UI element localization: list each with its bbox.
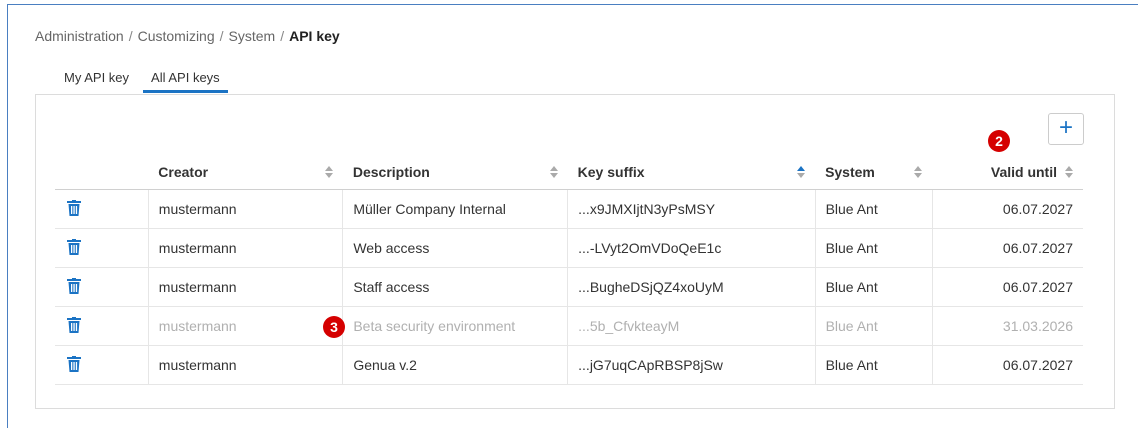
annotation-badge-2: 2 [988, 130, 1010, 152]
api-keys-table: Creator Description Key suffix System Va… [55, 155, 1083, 385]
sort-ascending-icon [797, 166, 806, 178]
row-actions [55, 228, 149, 268]
breadcrumb: Administration / Customizing / System / API ke… [35, 28, 340, 44]
header-actions [55, 155, 149, 190]
cell-key-suffix: ...jG7uqCApRBSP8jSw [567, 345, 816, 385]
tab-my-api-key[interactable]: My API key [64, 69, 143, 93]
header-creator-label: Creator [158, 164, 209, 180]
tab-all-api-keys[interactable]: All API keys [143, 69, 228, 93]
table-row: mustermann Staff access ...BugheDSjQZ4xo… [55, 267, 1083, 307]
cell-key-suffix: ...-LVyt2OmVDoQeE1c [567, 228, 816, 268]
header-valid-until-label: Valid until [990, 164, 1057, 180]
cell-system: Blue Ant [815, 228, 933, 268]
cell-system: Blue Ant [815, 267, 933, 307]
add-api-key-button[interactable]: + [1048, 113, 1084, 145]
trash-icon[interactable] [67, 238, 81, 255]
cell-valid-until: 06.07.2027 [932, 228, 1083, 268]
breadcrumb-item-administration[interactable]: Administration [35, 28, 124, 44]
breadcrumb-separator: / [280, 28, 285, 44]
trash-icon[interactable] [67, 316, 81, 333]
table-header-row: Creator Description Key suffix System Va… [55, 155, 1083, 190]
trash-icon[interactable] [67, 355, 81, 372]
trash-icon[interactable] [67, 199, 81, 216]
cell-valid-until: 06.07.2027 [932, 345, 1083, 385]
plus-icon: + [1058, 114, 1073, 141]
header-system-label: System [825, 164, 875, 180]
cell-system: Blue Ant [815, 306, 933, 346]
cell-description: Genua v.2 [342, 345, 569, 385]
header-key-suffix-label: Key suffix [577, 164, 645, 180]
cell-creator: mustermann [148, 306, 344, 346]
cell-valid-until: 31.03.2026 [932, 306, 1083, 346]
cell-system: Blue Ant [815, 189, 933, 229]
row-actions [55, 267, 149, 307]
annotation-badge-3: 3 [323, 316, 345, 338]
cell-key-suffix: ...BugheDSjQZ4xoUyM [567, 267, 816, 307]
row-actions [55, 189, 149, 229]
cell-valid-until: 06.07.2027 [932, 267, 1083, 307]
cell-key-suffix: ...x9JMXIjtN3yPsMSY [567, 189, 816, 229]
sort-icon [549, 166, 558, 178]
cell-description: Müller Company Internal [342, 189, 569, 229]
table-row: mustermann Müller Company Internal ...x9… [55, 189, 1083, 229]
header-description[interactable]: Description [342, 155, 568, 190]
tab-bar: My API key All API keys [64, 69, 228, 95]
breadcrumb-item-system[interactable]: System [229, 28, 276, 44]
cell-key-suffix: ...5b_CfvkteayM [567, 306, 816, 346]
cell-valid-until: 06.07.2027 [932, 189, 1083, 229]
trash-icon[interactable] [67, 277, 81, 294]
cell-creator: mustermann [148, 267, 344, 307]
cell-creator: mustermann [148, 228, 344, 268]
header-system[interactable]: System [815, 155, 933, 190]
breadcrumb-separator: / [128, 28, 133, 44]
sort-icon [914, 166, 923, 178]
header-key-suffix[interactable]: Key suffix [567, 155, 816, 190]
table-row-expired: mustermann Beta security environment ...… [55, 306, 1083, 346]
table-row: mustermann Web access ...-LVyt2OmVDoQeE1… [55, 228, 1083, 268]
sort-icon [1065, 166, 1073, 178]
row-actions [55, 306, 149, 346]
row-actions [55, 345, 149, 385]
cell-description: Staff access [342, 267, 569, 307]
table-row: mustermann Genua v.2 ...jG7uqCApRBSP8jSw… [55, 345, 1083, 385]
cell-description: Beta security environment [342, 306, 569, 346]
cell-creator: mustermann [148, 345, 344, 385]
cell-creator: mustermann [148, 189, 344, 229]
breadcrumb-current: API key [289, 28, 340, 44]
breadcrumb-separator: / [219, 28, 224, 44]
header-valid-until[interactable]: Valid until [932, 155, 1083, 190]
breadcrumb-item-customizing[interactable]: Customizing [138, 28, 215, 44]
header-creator[interactable]: Creator [148, 155, 343, 190]
header-description-label: Description [352, 164, 430, 180]
cell-system: Blue Ant [815, 345, 933, 385]
cell-description: Web access [342, 228, 569, 268]
sort-icon [324, 166, 333, 178]
